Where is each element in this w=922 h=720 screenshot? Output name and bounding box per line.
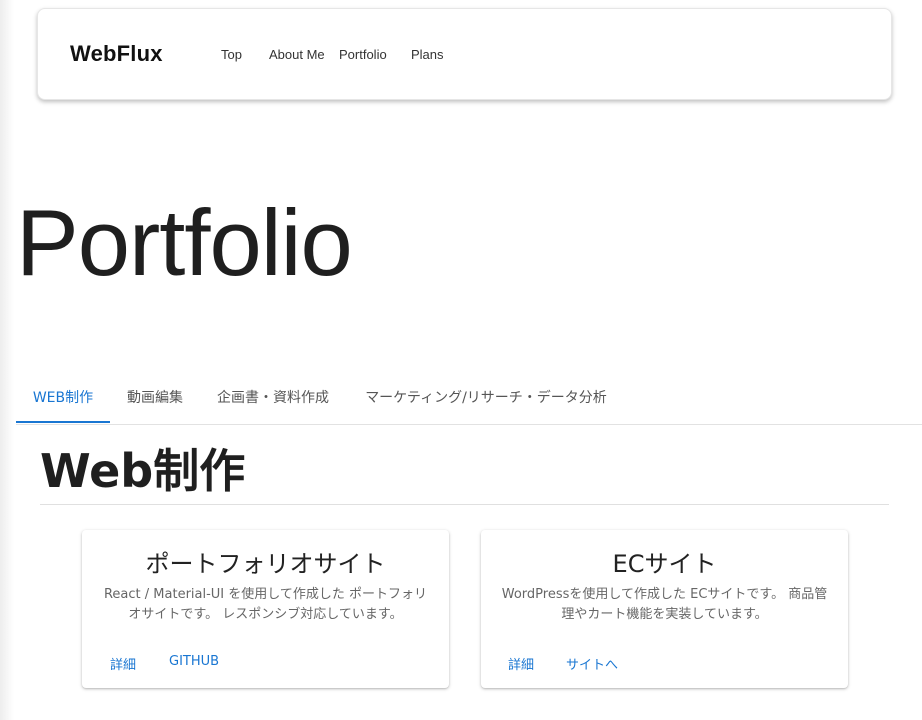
tab-active-indicator <box>16 421 110 423</box>
portfolio-card: ポートフォリオサイト React / Material-UI を使用して作成した… <box>82 530 449 688</box>
nav-link-portfolio[interactable]: Portfolio <box>339 47 387 62</box>
github-button[interactable]: GITHUB <box>169 654 219 669</box>
tab-web[interactable]: WEB制作 <box>16 376 110 422</box>
category-tabs: WEB制作 動画編集 企画書・資料作成 マーケティング/リサーチ・データ分析 <box>16 376 922 425</box>
section-divider <box>40 504 889 505</box>
nav-link-top[interactable]: Top <box>221 47 242 62</box>
ec-site-card: ECサイト WordPressを使用して作成した ECサイトです。 商品管理やカ… <box>481 530 848 688</box>
page-title: Portfolio <box>16 190 353 295</box>
tab-proposal-documents[interactable]: 企画書・資料作成 <box>200 376 346 422</box>
visit-site-button[interactable]: サイトへ <box>566 654 618 673</box>
section-title: Web制作 <box>40 444 246 498</box>
page: WebFlux Top About Me Portfolio Plans Por… <box>0 0 922 720</box>
app-header: WebFlux Top About Me Portfolio Plans <box>37 8 892 100</box>
card-title: ポートフォリオサイト <box>145 550 386 578</box>
details-button[interactable]: 詳細 <box>508 654 534 673</box>
tab-video-editing[interactable]: 動画編集 <box>110 376 200 422</box>
card-description: React / Material-UI を使用して作成した ポートフォリオサイト… <box>103 587 428 622</box>
details-button[interactable]: 詳細 <box>110 654 136 673</box>
card-title: ECサイト <box>612 550 717 578</box>
nav-link-about-me[interactable]: About Me <box>269 47 325 62</box>
tab-marketing-research[interactable]: マーケティング/リサーチ・データ分析 <box>346 376 626 422</box>
nav-link-plans[interactable]: Plans <box>411 47 444 62</box>
left-edge-shade <box>0 0 14 720</box>
site-logo[interactable]: WebFlux <box>70 41 163 67</box>
card-description: WordPressを使用して作成した ECサイトです。 商品管理やカート機能を実… <box>501 587 828 622</box>
